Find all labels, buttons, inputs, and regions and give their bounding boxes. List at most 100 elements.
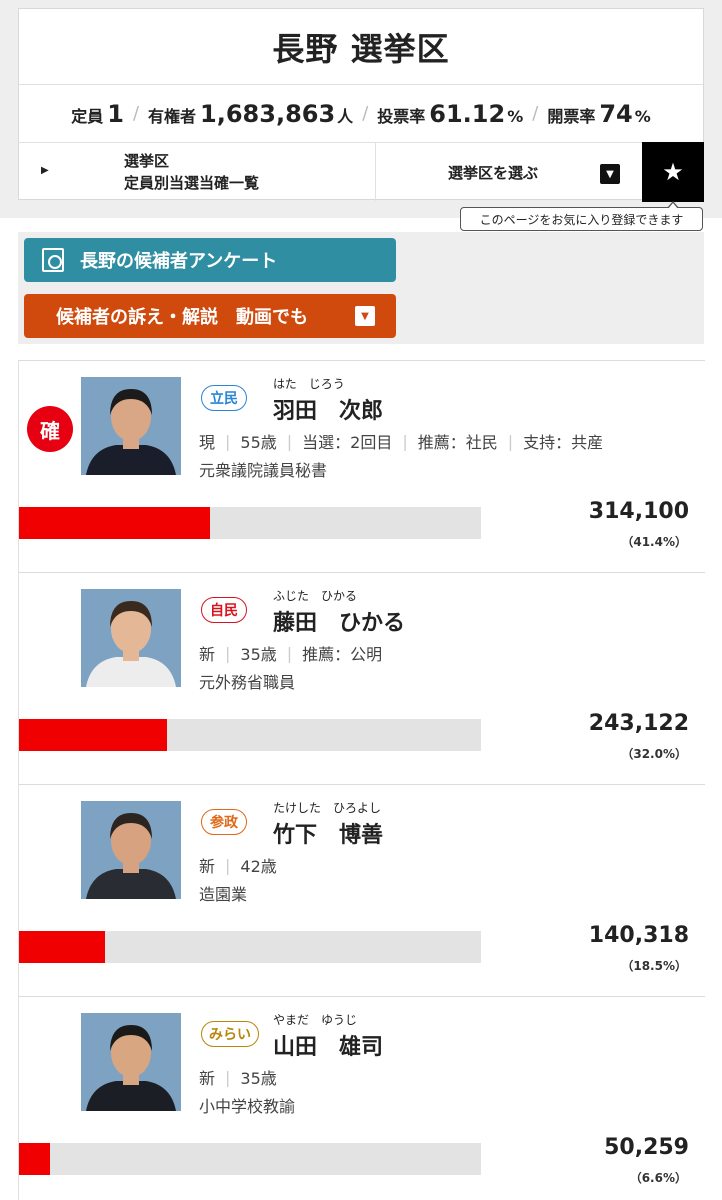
- candidate-detail: 35歳: [240, 645, 277, 664]
- survey-icon: [42, 248, 64, 272]
- counted-label: 開票率: [547, 106, 596, 126]
- candidate-detail: 現: [199, 433, 216, 452]
- candidate-detail: 35歳: [240, 1069, 277, 1088]
- vote-share-bar-fill: [19, 719, 167, 751]
- candidate-name: 羽田 次郎: [273, 399, 384, 424]
- vote-count: 314,100: [588, 499, 689, 524]
- voters-value: 1,683,863: [200, 99, 336, 128]
- detail-divider: |: [225, 855, 231, 875]
- party-badge: みらい: [201, 1021, 259, 1047]
- candidate-photo: [81, 1013, 181, 1111]
- candidate-card[interactable]: 確 立民 はた じろう 羽田 次郎現 | 55歳 | 当選：2回目 | 推薦：社民 | 支持：共産 元衆…: [19, 360, 705, 572]
- stats-row: 定員 1 / 有権者 1,683,863 人 / 投票率 61.12 % / 開…: [19, 85, 703, 143]
- district-select-label: 選挙区を選ぶ: [448, 163, 539, 182]
- counted-stat: 開票率 74 %: [547, 100, 650, 128]
- winners-list-line2: 定員別当選当確一覧: [124, 174, 260, 192]
- favorite-star-button[interactable]: ★: [642, 142, 704, 202]
- district-title: 長野 選挙区: [19, 9, 703, 85]
- candidate-video-button[interactable]: 候補者の訴え・解説 動画でも ▼: [24, 294, 396, 338]
- vote-percentage: （32.0%）: [621, 747, 687, 761]
- winners-list-label: 選挙区 定員別当選当確一覧: [124, 150, 259, 194]
- seats-stat: 定員 1: [71, 100, 124, 128]
- vote-share-bar-fill: [19, 507, 211, 539]
- candidate-card[interactable]: 参政 たけした ひろよし 竹下 博善新 | 42歳 造園業 140,318 （18.5%）: [19, 784, 705, 996]
- stat-divider: /: [532, 103, 539, 124]
- party-badge: 自民: [201, 597, 247, 623]
- vote-count: 140,318: [588, 923, 689, 948]
- candidate-name-reading: ふじた ひかる: [273, 589, 358, 603]
- candidate-photo: [81, 801, 181, 899]
- vote-percentage: （18.5%）: [621, 959, 687, 973]
- stat-divider: /: [132, 103, 140, 124]
- favorite-tooltip: このページをお気に入り登録できます: [460, 201, 703, 231]
- candidate-details: 新 | 35歳 | 推薦：公明: [199, 641, 382, 665]
- candidate-career: 造園業: [199, 885, 248, 904]
- vote-count: 243,122: [588, 711, 689, 736]
- candidate-career: 元外務省職員: [199, 673, 296, 692]
- candidate-detail: 42歳: [240, 857, 277, 876]
- district-select[interactable]: 選挙区を選ぶ ▼: [376, 143, 642, 201]
- candidate-details: 新 | 35歳: [199, 1065, 277, 1089]
- candidate-photo: [81, 377, 181, 475]
- vote-share-bar-track: [19, 507, 481, 539]
- elected-badge: 確: [27, 406, 73, 452]
- candidate-details: 現 | 55歳 | 当選：2回目 | 推薦：社民 | 支持：共産: [199, 429, 603, 453]
- detail-divider: |: [286, 643, 293, 663]
- winners-list-link[interactable]: ▶ 選挙区 定員別当選当確一覧: [19, 143, 376, 201]
- detail-divider: |: [286, 431, 293, 451]
- seats-label: 定員: [71, 106, 104, 126]
- turnout-stat: 投票率 61.12 %: [377, 100, 523, 128]
- counted-unit: %: [634, 106, 651, 126]
- candidate-detail: 新: [199, 645, 216, 664]
- vote-percentage: （41.4%）: [621, 535, 687, 549]
- seats-value: 1: [107, 99, 124, 128]
- detail-divider: |: [402, 431, 408, 451]
- candidate-career: 元衆議院議員秘書: [199, 461, 328, 480]
- detail-divider: |: [225, 1067, 231, 1087]
- vote-share-bar-track: [19, 719, 481, 751]
- chevron-down-icon: ▼: [355, 306, 375, 326]
- voters-stat: 有権者 1,683,863 人: [148, 100, 353, 128]
- candidate-name: 山田 雄司: [273, 1035, 384, 1060]
- vote-share-bar-track: [19, 1143, 481, 1175]
- candidate-card[interactable]: みらい やまだ ゆうじ山田 雄司新 | 35歳小中学校教諭 50,259 （6.6%）: [19, 996, 705, 1200]
- candidate-survey-button[interactable]: 長野の候補者アンケート: [24, 238, 396, 282]
- star-icon: ★: [662, 158, 684, 186]
- candidate-detail: 新: [199, 1069, 216, 1088]
- counted-value: 74: [599, 99, 633, 128]
- voters-unit: 人: [337, 106, 354, 126]
- chevron-down-icon: ▼: [600, 164, 620, 184]
- candidate-results-list: 確 立民 はた じろう 羽田 次郎現 | 55歳 | 当選：2回目 | 推薦：社民 | 支持：共産 元衆…: [18, 360, 705, 1200]
- voters-label: 有権者: [148, 106, 197, 126]
- detail-divider: |: [225, 431, 231, 451]
- vote-percentage: （6.6%）: [629, 1171, 687, 1185]
- candidate-career: 小中学校教諭: [199, 1097, 296, 1116]
- turnout-unit: %: [507, 106, 524, 126]
- winners-list-line1: 選挙区: [124, 152, 170, 170]
- vote-count: 50,259: [604, 1135, 689, 1160]
- candidate-detail: 当選：2回目: [302, 433, 393, 452]
- candidate-card[interactable]: 自民 ふじた ひかる藤田 ひかる新 | 35歳 | 推薦：公明 元外務省職員 243,122 （…: [19, 572, 705, 784]
- detail-divider: |: [507, 431, 514, 451]
- candidate-name-reading: はた じろう: [273, 377, 345, 391]
- candidate-detail: 推薦：公明: [302, 645, 383, 664]
- district-header-card: 長野 選挙区 定員 1 / 有権者 1,683,863 人 / 投票率 61.1…: [18, 8, 704, 202]
- vote-share-bar-fill: [19, 1143, 50, 1175]
- candidate-video-label: 候補者の訴え・解説 動画でも: [56, 307, 308, 328]
- vote-share-bar-track: [19, 931, 481, 963]
- candidate-name-reading: やまだ ゆうじ: [273, 1013, 358, 1027]
- candidate-photo: [81, 589, 181, 687]
- detail-divider: |: [225, 643, 231, 663]
- candidate-detail: 新: [199, 857, 216, 876]
- stat-divider: /: [362, 103, 369, 124]
- candidate-name-reading: たけした ひろよし: [273, 801, 382, 815]
- candidate-detail: 推薦：社民: [417, 433, 498, 452]
- turnout-label: 投票率: [377, 106, 426, 126]
- vote-share-bar-fill: [19, 931, 105, 963]
- party-badge: 立民: [201, 385, 247, 411]
- nav-row: ▶ 選挙区 定員別当選当確一覧 選挙区を選ぶ ▼ ★: [19, 142, 704, 202]
- caret-right-icon: ▶: [41, 165, 49, 176]
- candidate-name: 藤田 ひかる: [273, 611, 406, 636]
- candidate-detail: 55歳: [240, 433, 277, 452]
- candidate-details: 新 | 42歳: [199, 853, 277, 877]
